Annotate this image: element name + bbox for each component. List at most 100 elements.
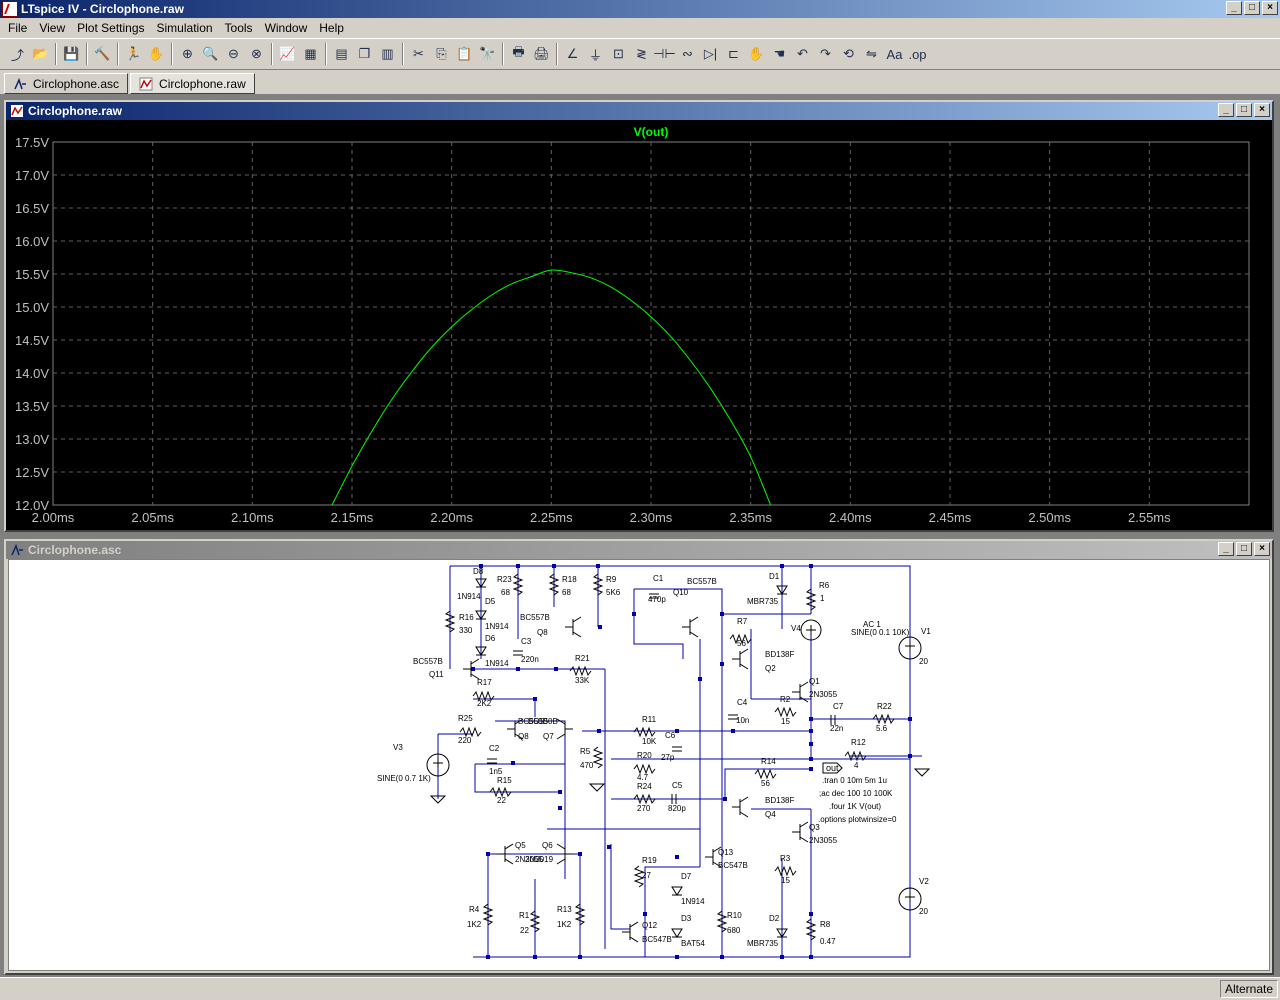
component-label[interactable]: .tran 0 10m 5m 1u [822,776,887,785]
component-label[interactable]: 68 [562,588,571,597]
component-label[interactable]: D6 [485,634,496,643]
component-label[interactable]: 20 [919,657,928,666]
component-label[interactable]: 0.47 [820,937,836,946]
net-label-out[interactable]: out [826,763,839,773]
component-label[interactable]: R11 [642,715,657,724]
component-label[interactable]: 5K6 [606,588,621,597]
tile-horizontal-icon[interactable]: ▤ [330,43,353,65]
component-label[interactable]: MBR735 [747,597,779,606]
component-label[interactable]: 27 [642,871,651,880]
plot-maximize-button[interactable]: □ [1236,103,1252,117]
component-label[interactable]: 1N914 [681,897,705,906]
component-label[interactable]: Q8 [518,732,529,741]
maximize-button[interactable]: □ [1244,1,1260,15]
cut-icon[interactable]: ✂ [407,43,430,65]
component-label[interactable]: Q7 [543,732,554,741]
component-label[interactable]: AC 1 [863,620,881,629]
component-label[interactable]: C2 [489,744,500,753]
schematic-icon[interactable]: ⤴ [6,43,29,65]
component-label[interactable]: R22 [877,702,892,711]
component-label[interactable]: SINE(0 0.7 1K) [377,774,431,783]
component-label[interactable]: 22 [520,926,529,935]
spice-directive-icon[interactable]: .op [906,43,929,65]
zoom-fit-icon[interactable]: ⊗ [245,43,268,65]
component-label[interactable]: 1 [820,594,825,603]
component-label[interactable]: Q12 [642,921,658,930]
redo-icon[interactable]: ↷ [814,43,837,65]
component-label[interactable]: 68 [501,588,510,597]
component-label[interactable]: 220n [521,655,539,664]
ground-icon[interactable]: ⏚ [584,43,607,65]
zoom-out-icon[interactable]: ⊖ [222,43,245,65]
component-label[interactable]: R5 [580,747,591,756]
menu-view[interactable]: View [33,21,71,35]
component-label[interactable]: 1K2 [557,920,572,929]
component-label[interactable]: BC547B [642,935,672,944]
component-label[interactable]: R14 [761,757,776,766]
component-label[interactable]: D1 [769,572,780,581]
component-label[interactable]: R17 [477,678,492,687]
component-label[interactable]: BD138F [765,796,794,805]
run-icon[interactable]: 🏃 [122,43,145,65]
component-label[interactable]: 4 [854,761,859,770]
drag-icon[interactable]: ☚ [768,43,791,65]
pan-icon[interactable]: ✋ [145,43,168,65]
component-label[interactable]: Q8 [537,628,548,637]
print-setup-icon[interactable]: 🖶 [507,43,530,65]
component-label[interactable]: BC557B [413,657,443,666]
component-label[interactable]: V2 [919,877,929,886]
component-label[interactable]: Q11 [429,670,444,679]
schematic-close-button[interactable]: × [1254,542,1270,556]
component-label[interactable]: 22n [830,724,843,733]
component-label[interactable]: 270 [637,804,651,813]
component-label[interactable]: C7 [833,702,844,711]
component-label[interactable]: MBR735 [747,939,779,948]
menu-window[interactable]: Window [259,21,314,35]
component-label[interactable]: Q3 [809,823,820,832]
component-label[interactable]: R15 [497,776,512,785]
component-label[interactable]: BC557B [520,613,550,622]
component-label[interactable]: R7 [737,617,748,626]
component-label[interactable]: R20 [637,751,652,760]
component-label[interactable]: R2 [780,695,791,704]
component-label[interactable]: D5 [485,597,496,606]
component-label[interactable]: 680 [727,926,741,935]
component-label[interactable]: BD138F [765,650,794,659]
component-label[interactable]: R25 [458,714,473,723]
component-label[interactable]: 1N914 [485,622,509,631]
minimize-button[interactable]: _ [1226,1,1242,15]
component-label[interactable]: V3 [393,743,403,752]
zoom-area-icon[interactable]: 🔍 [199,43,222,65]
component-label[interactable]: 1N914 [485,659,509,668]
component-label[interactable]: 27p [661,753,675,762]
resistor-icon[interactable]: ≷ [630,43,653,65]
control-panel-icon[interactable]: 🔨 [91,43,114,65]
component-label[interactable]: 5.6 [876,724,888,733]
component-label[interactable]: D7 [681,872,692,881]
component-label[interactable]: 15 [781,717,790,726]
menu-plot-settings[interactable]: Plot Settings [71,21,150,35]
undo-icon[interactable]: ↶ [791,43,814,65]
component-label[interactable]: 470 [580,761,594,770]
component-label[interactable]: 10K [642,737,657,746]
plot-close-button[interactable]: × [1254,103,1270,117]
cascade-icon[interactable]: ❐ [353,43,376,65]
save-icon[interactable]: 💾 [60,43,83,65]
component-label[interactable]: 2N3019 [525,855,554,864]
component-label[interactable]: BC550B [528,717,558,726]
component-label[interactable]: R23 [497,575,512,584]
open-icon[interactable]: 📂 [29,43,52,65]
component-label[interactable]: R24 [637,782,652,791]
component-label[interactable]: 470p [648,595,666,604]
plot-pane[interactable]: 12.0V 12.5V 13.0V 13.5V 14.0V 14.5V 15.0V 15.5V… [6,120,1272,530]
zoom-in-icon[interactable]: ⊕ [176,43,199,65]
component-label[interactable]: Q13 [718,848,734,857]
diode-icon[interactable]: ▷| [699,43,722,65]
component-label[interactable]: 1K2 [467,920,482,929]
component-label[interactable]: BAT54 [681,939,705,948]
component-label[interactable]: 56 [761,779,770,788]
component-label[interactable]: BC557B [687,577,717,586]
component-label[interactable]: 33K [575,676,590,685]
print-icon[interactable]: 🖨 [530,43,553,65]
component-label[interactable]: 220 [458,736,472,745]
